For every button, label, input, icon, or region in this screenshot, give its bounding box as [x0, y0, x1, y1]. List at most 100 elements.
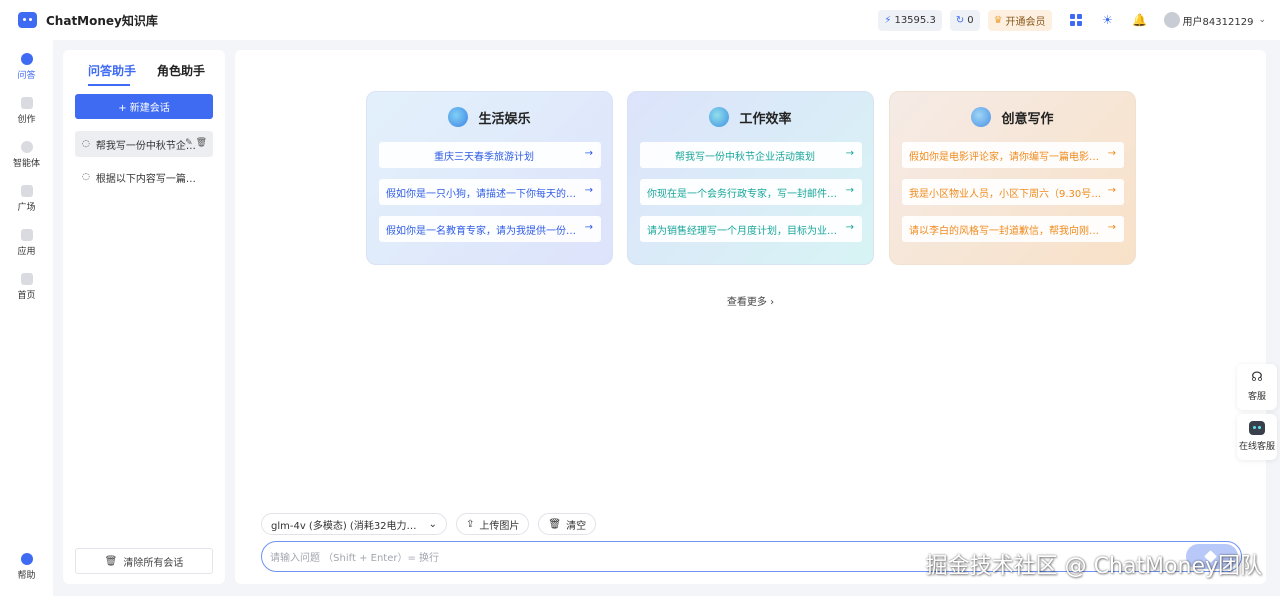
logo[interactable]: ChatMoney知识库	[18, 12, 158, 29]
session-title: 根据以下内容写一篇高考作文	[95, 173, 196, 185]
customer-service-button[interactable]: ☊ 客服	[1237, 364, 1277, 410]
prompt-text: 你现在是一个会务行政专家，写一封邮件邀请客户参会	[647, 188, 843, 200]
nav-item-qa[interactable]: 问答	[0, 53, 53, 81]
category-card-life: 生活娱乐 重庆三天春季旅游计划 → 假如你是一只小狗，请描述一下你每天的生活 →…	[366, 91, 613, 265]
session-item[interactable]: ◌ 根据以下内容写一篇高考作文	[75, 164, 213, 190]
prompt-suggestion[interactable]: 你现在是一个会务行政专家，写一封邮件邀请客户参会 →	[640, 179, 862, 205]
nav-item-agent[interactable]: 智能体	[0, 141, 53, 169]
card-title: 创意写作	[890, 106, 1135, 128]
prompt-suggestion[interactable]: 重庆三天春季旅游计划 →	[379, 142, 601, 168]
chevron-down-icon: ⌄	[1258, 15, 1266, 25]
prompt-suggestion[interactable]: 假如你是一名教育专家，请为我提供一份30天学习计划 →	[379, 216, 601, 242]
tab-role-assistant[interactable]: 角色助手	[157, 62, 205, 79]
prompt-text: 帮我写一份中秋节企业活动策划	[675, 151, 815, 163]
chevron-right-icon: ›	[770, 297, 775, 308]
card-title-text: 工作效率	[739, 111, 792, 127]
new-session-button[interactable]: + 新建会话	[75, 94, 213, 119]
count-badge[interactable]: ↻ 0	[949, 9, 980, 31]
prompt-text: 假如你是一只小狗，请描述一下你每天的生活	[386, 188, 582, 200]
prompt-text: 重庆三天春季旅游计划	[434, 151, 534, 163]
tab-underline	[88, 84, 130, 86]
upload-icon: ⇪	[466, 518, 475, 530]
nav-item-plaza[interactable]: 广场	[0, 185, 53, 213]
watermark: 掘金技术社区 @ ChatMoney团队	[925, 554, 1262, 579]
avatar	[1163, 12, 1180, 28]
clear-all-sessions-button[interactable]: 🗑 清除所有会话	[75, 548, 213, 574]
chevron-down-icon: ⌄	[428, 518, 437, 530]
model-select-value: glm-4v (多模态) (消耗32电力值/千字符)	[271, 520, 421, 532]
service-label: 客服	[1247, 392, 1266, 402]
notification-bell-icon[interactable]: 🔔	[1132, 13, 1147, 27]
prompt-text: 请为销售经理写一个月度计划，目标为业绩增长	[647, 225, 843, 237]
user-menu[interactable]: 用户84312129 ⌄	[1163, 12, 1266, 28]
input-placeholder: 请输入问题 （Shift + Enter）= 换行	[270, 553, 440, 564]
prompt-text: 请以李白的风格写一封道歉信，帮我向刚吵完架的女朋友道歉	[909, 225, 1105, 237]
prompt-suggestion[interactable]: 请以李白的风格写一封道歉信，帮我向刚吵完架的女朋友道歉 →	[902, 216, 1124, 242]
top-right-actions: ⚡ 13595.3 ↻ 0 ♛ 开通会员 ☀ 🔔 用户84312129 ⌄	[878, 0, 1266, 40]
clear-label: 清空	[566, 520, 587, 532]
prompt-suggestion[interactable]: 帮我写一份中秋节企业活动策划 →	[640, 142, 862, 168]
nav-item-apps[interactable]: 应用	[0, 229, 53, 257]
view-more-link[interactable]: 查看更多 ›	[235, 293, 1266, 308]
arrow-right-icon: →	[1107, 222, 1116, 233]
nav-item-create[interactable]: 创作	[0, 97, 53, 125]
card-title: 生活娱乐	[367, 106, 612, 128]
upload-image-button[interactable]: ⇪ 上传图片	[456, 513, 530, 535]
upload-label: 上传图片	[479, 520, 520, 532]
clear-button[interactable]: 🗑 清空	[538, 513, 597, 535]
chat-bubble-icon: ◌	[82, 172, 90, 182]
crown-icon: ♛	[993, 14, 1003, 26]
nav-label: 问答	[17, 71, 36, 81]
app-title: ChatMoney知识库	[46, 13, 158, 28]
view-more-label: 查看更多	[726, 297, 767, 308]
nav-item-help[interactable]: 帮助	[0, 553, 53, 581]
assistant-tabs: 问答助手 角色助手	[63, 62, 225, 84]
app-icon	[20, 229, 33, 241]
trash-icon: 🗑	[548, 518, 562, 530]
arrow-right-icon: →	[845, 185, 854, 196]
tab-qa-assistant[interactable]: 问答助手	[88, 62, 136, 79]
headset-icon: ☊	[1251, 370, 1263, 385]
nav-label: 广场	[17, 203, 36, 213]
arrow-right-icon: →	[1107, 185, 1116, 196]
main-chat-area: 生活娱乐 重庆三天春季旅游计划 → 假如你是一只小狗，请描述一下你每天的生活 →…	[235, 50, 1266, 584]
model-select[interactable]: glm-4v (多模态) (消耗32电力值/千字符) ⌄	[261, 513, 447, 535]
grid-icon	[20, 185, 33, 197]
user-name: 用户84312129	[1182, 16, 1254, 28]
category-card-writing: 创意写作 假如你是电影评论家，请你编写一篇电影忠犬八公的影评 → 我是小区物业人…	[889, 91, 1136, 265]
pen-icon	[20, 97, 33, 109]
help-icon	[20, 553, 33, 565]
arrow-right-icon: →	[584, 185, 593, 196]
apps-icon[interactable]	[1069, 13, 1083, 27]
vip-button[interactable]: ♛ 开通会员	[987, 9, 1052, 31]
chat-icon	[20, 53, 33, 65]
card-title-text: 创意写作	[1001, 111, 1054, 127]
session-item[interactable]: ◌ 帮我写一份中秋节企业活动策划 ✎ 🗑	[75, 131, 213, 157]
nav-label: 首页	[17, 291, 36, 301]
refresh-icon: ↻	[955, 14, 965, 26]
nav-item-home[interactable]: 首页	[0, 273, 53, 301]
online-service-button[interactable]: 在线客服	[1237, 414, 1277, 460]
lightning-icon: ⚡	[884, 14, 892, 26]
card-title: 工作效率	[628, 106, 873, 128]
robot-icon	[1249, 421, 1265, 435]
prompt-text: 我是小区物业人员，小区下周六（9.30号）下午停水通知	[909, 188, 1105, 200]
prompt-suggestion[interactable]: 假如你是电影评论家，请你编写一篇电影忠犬八公的影评 →	[902, 142, 1124, 168]
prompt-suggestion[interactable]: 假如你是一只小狗，请描述一下你每天的生活 →	[379, 179, 601, 205]
left-nav: 问答 创作 智能体 广场 应用 首页 帮助	[0, 40, 53, 596]
theme-toggle-icon[interactable]: ☀	[1101, 13, 1115, 27]
online-service-label: 在线客服	[1238, 442, 1275, 452]
arrow-right-icon: →	[584, 222, 593, 233]
logo-icon	[18, 12, 37, 28]
prompt-suggestion[interactable]: 我是小区物业人员，小区下周六（9.30号）下午停水通知 →	[902, 179, 1124, 205]
balance-badge[interactable]: ⚡ 13595.3	[878, 9, 942, 31]
nav-label: 应用	[17, 247, 36, 257]
prompt-suggestion[interactable]: 请为销售经理写一个月度计划，目标为业绩增长 →	[640, 216, 862, 242]
balance-value: 13595.3	[894, 14, 936, 26]
vip-label: 开通会员	[1005, 16, 1046, 28]
composer-controls: glm-4v (多模态) (消耗32电力值/千字符) ⌄ ⇪ 上传图片 🗑 清空	[261, 513, 605, 535]
globe-icon	[709, 107, 730, 127]
session-title: 帮我写一份中秋节企业活动策划	[95, 140, 196, 152]
clear-all-label: 清除所有会话	[123, 557, 184, 569]
edit-delete-icons[interactable]: ✎ 🗑	[185, 138, 207, 148]
